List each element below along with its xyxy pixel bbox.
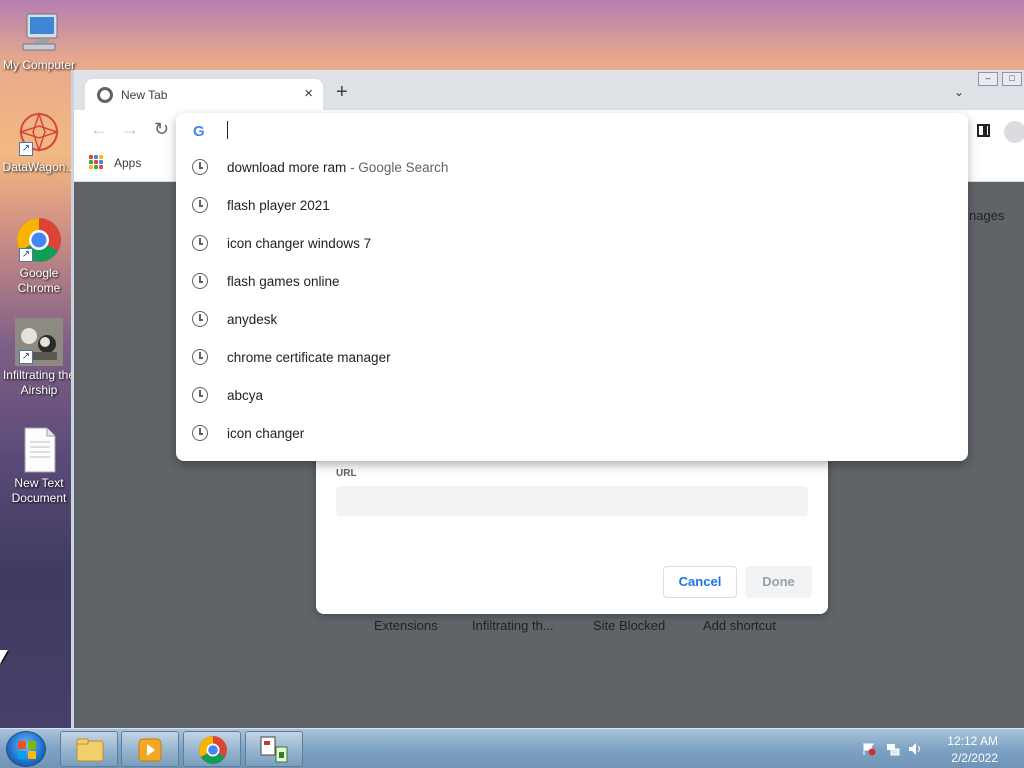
desktop-icon-label: My Computer bbox=[2, 58, 76, 72]
suggestion-item[interactable]: flash player 2021 bbox=[176, 187, 968, 225]
suggestion-text: abcya bbox=[227, 388, 264, 403]
media-player-icon bbox=[138, 738, 162, 762]
reload-icon[interactable]: ↻ bbox=[154, 119, 169, 140]
history-clock-icon bbox=[192, 235, 208, 251]
cancel-button[interactable]: Cancel bbox=[663, 566, 737, 598]
suggestion-item[interactable]: abcya bbox=[176, 377, 968, 415]
desktop-icon-datawagon[interactable]: ↗ DataWagon... bbox=[0, 110, 78, 175]
shortcut-extensions[interactable]: Extensions bbox=[374, 618, 438, 633]
tab-title: New Tab bbox=[121, 88, 168, 102]
apps-grid-icon bbox=[89, 155, 103, 169]
network-icon[interactable] bbox=[886, 742, 900, 756]
taskbar-media-player-button[interactable] bbox=[121, 731, 179, 767]
history-clock-icon bbox=[192, 387, 208, 403]
images-link[interactable]: nages bbox=[969, 208, 1004, 223]
url-input[interactable] bbox=[336, 486, 808, 516]
suggestion-text: flash player 2021 bbox=[227, 198, 330, 213]
suggestion-text: flash games online bbox=[227, 274, 340, 289]
url-label: URL bbox=[336, 468, 357, 479]
suggestion-item[interactable]: download more ram - Google Search bbox=[176, 149, 968, 187]
text-document-icon bbox=[15, 426, 63, 474]
shortcut-tiles: Extensions Infiltrating th... Site Block… bbox=[316, 618, 828, 636]
history-clock-icon bbox=[192, 425, 208, 441]
add-shortcut[interactable]: Add shortcut bbox=[703, 618, 776, 633]
history-clock-icon bbox=[192, 311, 208, 327]
suggestion-item[interactable]: anydesk bbox=[176, 301, 968, 339]
taskbar: 12:12 AM 2/2/2022 bbox=[0, 728, 1024, 768]
suggestion-text: icon changer bbox=[227, 426, 305, 441]
forward-arrow-icon[interactable]: → bbox=[121, 119, 139, 140]
action-center-flag-icon[interactable] bbox=[862, 742, 876, 756]
desktop-icon-label: Google Chrome bbox=[17, 266, 61, 295]
mouse-cursor-icon bbox=[0, 650, 8, 664]
add-shortcut-dialog: URL Cancel Done bbox=[316, 440, 828, 614]
windows-logo-icon bbox=[18, 741, 36, 759]
datawagon-icon: ↗ bbox=[15, 110, 63, 158]
suggestion-text: download more ram bbox=[227, 160, 347, 175]
shortcut-arrow-icon: ↗ bbox=[19, 142, 33, 156]
shortcut-arrow-icon: ↗ bbox=[19, 248, 33, 262]
side-panel-icon[interactable] bbox=[977, 124, 990, 137]
system-tray: 12:12 AM 2/2/2022 bbox=[854, 729, 1024, 768]
desktop-icon-infiltrating-the-airship[interactable]: ↗ Infiltrating the Airship bbox=[0, 318, 78, 398]
tab-strip: New Tab × + ⌄ ‒ □ bbox=[74, 70, 1024, 110]
shortcut-infiltrating[interactable]: Infiltrating th... bbox=[472, 618, 554, 633]
shortcut-arrow-icon: ↗ bbox=[19, 350, 33, 364]
suggestion-item[interactable]: flash games online bbox=[176, 263, 968, 301]
maximize-button[interactable]: □ bbox=[1002, 72, 1022, 86]
new-tab-button[interactable]: + bbox=[336, 82, 348, 102]
suggestion-item[interactable]: chrome certificate manager bbox=[176, 339, 968, 377]
chrome-icon bbox=[199, 736, 227, 764]
desktop-icon-label: Infiltrating the Airship bbox=[2, 368, 76, 397]
suggestion-suffix: - Google Search bbox=[346, 160, 449, 175]
volume-icon[interactable] bbox=[908, 742, 922, 756]
taskbar-chrome-button[interactable] bbox=[183, 731, 241, 767]
folder-icon bbox=[76, 738, 104, 762]
chevron-down-icon[interactable]: ⌄ bbox=[954, 85, 964, 99]
profile-avatar-icon[interactable] bbox=[1004, 121, 1024, 143]
taskbar-app-button[interactable] bbox=[245, 731, 303, 767]
history-clock-icon bbox=[192, 159, 208, 175]
game-icon: ↗ bbox=[15, 318, 63, 366]
done-button[interactable]: Done bbox=[745, 566, 812, 598]
omnibox-dropdown: G download more ram - Google Search flas… bbox=[176, 113, 968, 461]
suggestion-text: chrome certificate manager bbox=[227, 350, 391, 365]
suggestion-text: icon changer windows 7 bbox=[227, 236, 372, 251]
computer-icon bbox=[15, 8, 63, 56]
chrome-favicon-icon bbox=[97, 87, 113, 103]
shortcut-site-blocked[interactable]: Site Blocked bbox=[593, 618, 665, 633]
desktop-icon-new-text-document[interactable]: New Text Document bbox=[0, 426, 78, 506]
back-arrow-icon[interactable]: ← bbox=[90, 119, 108, 140]
suggestion-text: anydesk bbox=[227, 312, 278, 327]
suggestion-item[interactable]: icon changer windows 7 bbox=[176, 225, 968, 263]
chrome-icon: ↗ bbox=[15, 216, 63, 264]
close-icon[interactable]: × bbox=[304, 85, 313, 102]
tab-new-tab[interactable]: New Tab × bbox=[85, 79, 323, 110]
history-clock-icon bbox=[192, 349, 208, 365]
desktop-icon-google-chrome[interactable]: ↗ Google Chrome bbox=[0, 216, 78, 296]
suggestion-item[interactable]: icon changer bbox=[176, 415, 968, 453]
desktop-icon-label: DataWagon... bbox=[2, 160, 76, 174]
taskbar-explorer-button[interactable] bbox=[60, 731, 118, 767]
omnibox-input[interactable] bbox=[227, 121, 228, 139]
desktop-icon-my-computer[interactable]: My Computer bbox=[0, 8, 78, 73]
minimize-button[interactable]: ‒ bbox=[978, 72, 998, 86]
document-app-icon bbox=[260, 736, 288, 763]
history-clock-icon bbox=[192, 273, 208, 289]
apps-bookmark[interactable]: Apps bbox=[114, 156, 141, 170]
desktop-icon-label: New Text Document bbox=[11, 476, 67, 505]
history-clock-icon bbox=[192, 197, 208, 213]
google-g-icon: G bbox=[193, 123, 205, 140]
start-button[interactable] bbox=[6, 731, 46, 767]
clock-time[interactable]: 12:12 AM bbox=[947, 734, 998, 748]
clock-date[interactable]: 2/2/2022 bbox=[951, 751, 998, 765]
